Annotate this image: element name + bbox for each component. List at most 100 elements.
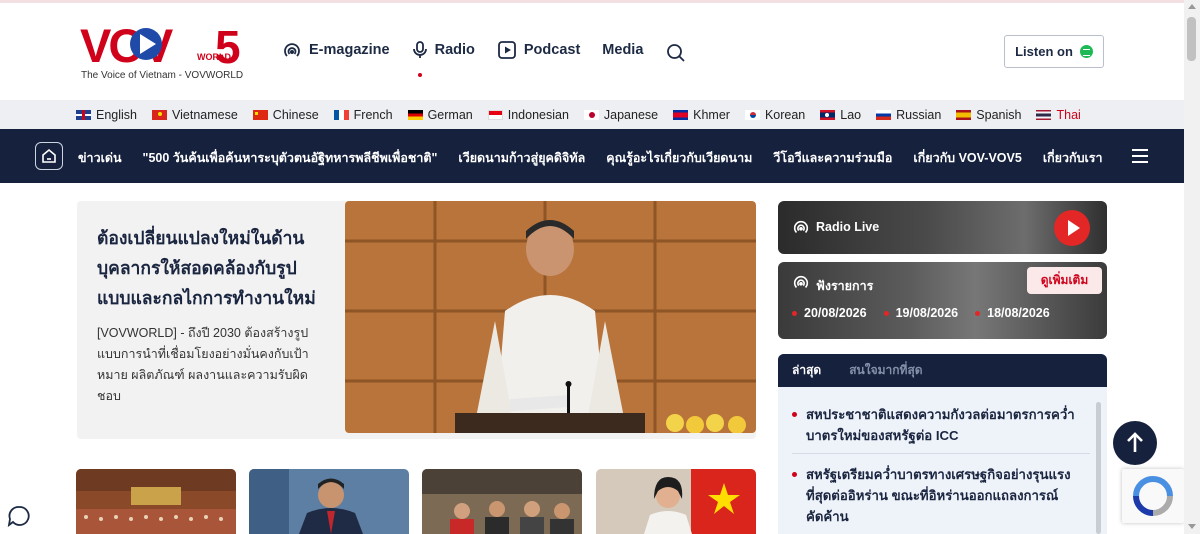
nav-link-about-vov[interactable]: เกี่ยวกับ VOV-VOV5 (913, 148, 1021, 168)
program-dates: 20/08/2026 19/08/2026 18/08/2026 (792, 306, 1067, 320)
active-nav-indicator (418, 73, 422, 77)
lang-label: Russian (896, 107, 942, 122)
thumbnail-official[interactable] (596, 469, 756, 534)
lang-german[interactable]: German (407, 107, 473, 122)
fr-flag-icon (333, 109, 349, 120)
diplomat-portrait-image (249, 469, 409, 534)
nav-radio-label: Radio (434, 42, 475, 58)
thumbnail-assembly-hall[interactable] (76, 469, 236, 534)
studio-people-image (422, 469, 582, 534)
news-tabs: ล่าสุด สนใจมากที่สุด (778, 354, 1107, 387)
hamburger-menu-icon[interactable] (1132, 149, 1148, 163)
home-button[interactable] (35, 142, 63, 170)
id-flag-icon (487, 109, 503, 120)
program-date-link[interactable]: 20/08/2026 (792, 306, 867, 320)
top-nav: E-magazine Radio Podcast Media (282, 40, 665, 77)
nav-link-500-days[interactable]: "500 วันค้นเพื่อค้นหาระบุตัวตนอัฐิทหารพล… (143, 148, 438, 168)
featured-article-text: ต้องเปลี่ยนแปลงใหม่ในด้านบุคลากรให้สอดคล… (97, 223, 327, 407)
home-icon (42, 148, 56, 163)
radio-live-play-button[interactable] (1054, 210, 1090, 246)
nav-emagazine-label: E-magazine (309, 42, 390, 58)
lang-label: Lao (840, 107, 862, 122)
nav-podcast-label: Podcast (523, 42, 581, 58)
lang-french[interactable]: French (333, 107, 393, 122)
uk-flag-icon (76, 109, 91, 120)
scroll-up-arrow-icon[interactable] (1188, 4, 1196, 9)
program-date-link[interactable]: 18/08/2026 (975, 306, 1050, 320)
featured-article-photo[interactable] (345, 201, 756, 433)
chat-bubble-icon (7, 506, 30, 528)
jp-flag-icon (583, 109, 599, 120)
vov-world-logo[interactable]: VOV WORLD 5 The Voice of Vietnam - VOVWO… (80, 20, 250, 84)
back-to-top-button[interactable] (1113, 421, 1157, 465)
lang-label: Spanish (976, 107, 1022, 122)
lang-khmer[interactable]: Khmer (673, 108, 730, 122)
lang-label: German (427, 107, 473, 122)
listen-on-spotify-button[interactable]: Listen on (1004, 35, 1104, 68)
th-flag-icon (1036, 109, 1052, 120)
vov5-logo-mark: VOV WORLD 5 (80, 20, 241, 68)
recaptcha-badge[interactable] (1122, 469, 1184, 523)
nav-link-vov-cooperation[interactable]: วีโอวีและความร่วมมือ (773, 148, 892, 168)
play-square-icon (497, 41, 516, 59)
featured-article-title[interactable]: ต้องเปลี่ยนแปลงใหม่ในด้านบุคลากรให้สอดคล… (97, 223, 327, 313)
radio-live-label: Radio Live (816, 220, 880, 234)
lang-vietnamese[interactable]: Vietnamese (152, 108, 238, 122)
nav-link-highlights[interactable]: ข่าวเด่น (78, 148, 122, 168)
lang-japanese[interactable]: Japanese (583, 107, 659, 122)
nav-link-digital-era[interactable]: เวียดนามก้าวสู่ยุคดิจิทัล (458, 148, 585, 168)
lang-spanish[interactable]: Spanish (956, 108, 1021, 122)
lang-label: Vietnamese (172, 107, 238, 122)
lang-lao[interactable]: Lao (820, 108, 861, 122)
search-icon (667, 44, 685, 62)
list-item[interactable]: สหประชาชาติแสดงความกังวลต่อมาตรการคว่ำบา… (792, 404, 1090, 446)
lang-label: Japanese (603, 107, 659, 122)
podcast-programs-box: ฟังรายการ ดูเพิ่มเติม 20/08/2026 19/08/2… (778, 262, 1107, 339)
nav-link-about-vietnam[interactable]: คุณรู้อะไรเกี่ยวกับเวียดนาม (606, 148, 752, 168)
nav-podcast[interactable]: Podcast (497, 40, 580, 60)
listen-on-label: Listen on (1015, 44, 1073, 59)
see-more-button[interactable]: ดูเพิ่มเติม (1027, 267, 1102, 294)
lang-english[interactable]: English (76, 108, 137, 122)
thumbnail-studio[interactable] (422, 469, 582, 534)
radio-live-banner[interactable]: Radio Live (778, 201, 1107, 254)
scroll-down-arrow-icon[interactable] (1188, 524, 1196, 529)
featured-article[interactable]: ต้องเปลี่ยนแปลงใหม่ในด้านบุคลากรให้สอดคล… (77, 201, 756, 439)
tab-latest[interactable]: ล่าสุด (778, 354, 836, 387)
lang-label: Chinese (272, 107, 319, 122)
ru-flag-icon (876, 109, 892, 120)
thumbnail-diplomat[interactable] (249, 469, 409, 534)
chat-button[interactable] (6, 503, 32, 534)
lang-indonesian[interactable]: Indonesian (487, 107, 569, 122)
program-date-link[interactable]: 19/08/2026 (884, 306, 959, 320)
recaptcha-icon (1133, 476, 1173, 516)
tab-most-popular[interactable]: สนใจมากที่สุด (835, 354, 936, 387)
list-item[interactable]: สหรัฐเตรียมคว่ำบาตรทางเศรษฐกิจอย่างรุนแร… (792, 464, 1090, 527)
lang-label: French (353, 107, 393, 122)
microphone-icon (412, 41, 427, 58)
nav-link-about-us[interactable]: เกี่ยวกับเรา (1043, 148, 1103, 168)
vn-flag-icon (152, 109, 167, 120)
lang-korean[interactable]: Korean (744, 107, 806, 122)
featured-article-summary: [VOVWORLD] - ถึงปี 2030 ต้องสร้างรูปแบบก… (97, 326, 309, 403)
lang-thai[interactable]: Thai (1036, 107, 1081, 122)
lang-label: Thai (1056, 107, 1081, 122)
nav-media[interactable]: Media (602, 42, 643, 58)
nav-media-label: Media (602, 42, 644, 58)
nav-emagazine[interactable]: E-magazine (282, 40, 390, 60)
de-flag-icon (407, 109, 423, 120)
lang-label: Korean (764, 107, 806, 122)
lang-label: Indonesian (507, 107, 569, 122)
lang-label: English (96, 107, 137, 122)
news-list-scrollbar[interactable] (1096, 402, 1101, 534)
kr-flag-icon (744, 109, 760, 120)
cn-flag-icon (252, 109, 268, 120)
lang-label: Khmer (693, 107, 730, 122)
search-button[interactable] (666, 43, 686, 68)
lang-russian[interactable]: Russian (876, 108, 941, 122)
page-scrollbar[interactable] (1184, 0, 1200, 534)
scrollbar-thumb[interactable] (1187, 17, 1196, 61)
broadcast-icon (793, 220, 809, 233)
lang-chinese[interactable]: Chinese (252, 107, 319, 122)
nav-radio[interactable]: Radio (412, 40, 475, 60)
